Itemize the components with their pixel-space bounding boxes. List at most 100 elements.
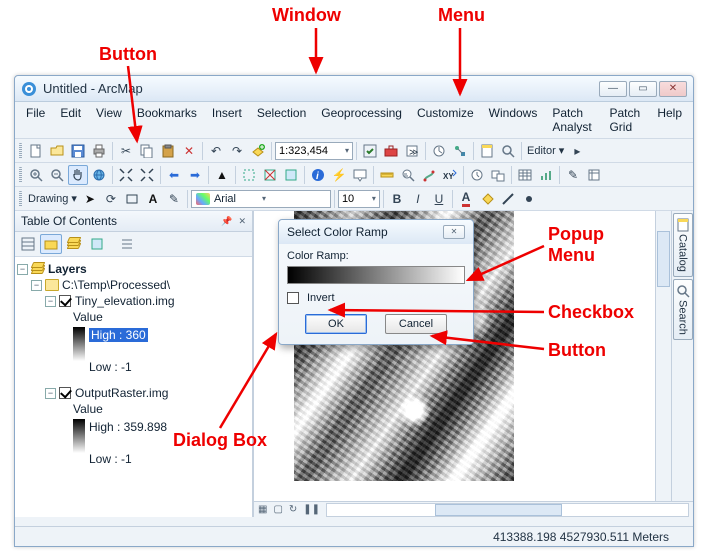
undo-icon[interactable]: ↶ (206, 141, 226, 161)
new-doc-icon[interactable] (26, 141, 46, 161)
refresh-icon[interactable]: ↻ (289, 504, 297, 515)
python-icon[interactable]: ≫ (402, 141, 422, 161)
model-builder-icon[interactable] (450, 141, 470, 161)
toc-close-icon[interactable]: ✕ (238, 216, 246, 227)
cancel-button[interactable]: Cancel (385, 314, 447, 334)
ok-button[interactable]: OK (305, 314, 367, 334)
graph-icon[interactable] (536, 165, 556, 185)
titlebar[interactable]: Untitled - ArcMap — ▭ ✕ (15, 76, 693, 102)
editor-pointer-icon[interactable]: ▸ (567, 141, 587, 161)
line-color-button[interactable] (498, 189, 518, 209)
data-view-icon[interactable]: ▦ (258, 504, 267, 515)
menu-view[interactable]: View (89, 104, 129, 136)
select-elements-icon[interactable]: ▲ (212, 165, 232, 185)
find-route-icon[interactable] (419, 165, 439, 185)
pause-icon[interactable]: ❚❚ (303, 504, 320, 515)
open-icon[interactable] (47, 141, 67, 161)
italic-button[interactable]: I (408, 189, 428, 209)
create-viewer-icon[interactable] (488, 165, 508, 185)
rect-icon[interactable] (122, 189, 142, 209)
search-window-icon[interactable] (498, 141, 518, 161)
minimize-button[interactable]: — (599, 81, 627, 97)
menu-insert[interactable]: Insert (205, 104, 249, 136)
pin-icon[interactable]: 📌 (221, 216, 232, 227)
menu-bookmarks[interactable]: Bookmarks (130, 104, 204, 136)
toc-options-icon[interactable] (116, 234, 138, 254)
full-extent-icon[interactable] (89, 165, 109, 185)
dialog-close-icon[interactable]: ✕ (443, 225, 465, 239)
fixed-zoom-in-icon[interactable] (116, 165, 136, 185)
zoom-in-icon[interactable] (26, 165, 46, 185)
fixed-zoom-out-icon[interactable] (137, 165, 157, 185)
fill-color-button[interactable] (477, 189, 497, 209)
select-features-icon[interactable] (239, 165, 259, 185)
expander-icon[interactable]: − (45, 388, 56, 399)
html-popup-icon[interactable] (350, 165, 370, 185)
select-by-attributes-icon[interactable] (281, 165, 301, 185)
font-selector[interactable]: Arial (191, 190, 331, 208)
menu-patch-analyst[interactable]: Patch Analyst (545, 104, 601, 136)
measure-icon[interactable] (377, 165, 397, 185)
catalog-icon[interactable] (477, 141, 497, 161)
rotate-icon[interactable]: ⟳ (101, 189, 121, 209)
scale-selector[interactable]: 1:323,454 (275, 142, 353, 160)
horizontal-scrollbar[interactable] (326, 503, 689, 517)
find-icon[interactable] (398, 165, 418, 185)
prev-extent-icon[interactable]: ⬅ (164, 165, 184, 185)
drawing-label[interactable]: Drawing ▾ (28, 192, 77, 205)
menu-help[interactable]: Help (650, 104, 689, 136)
search-tab[interactable]: Search (673, 279, 693, 340)
font-size-selector[interactable]: 10 (338, 190, 380, 208)
invert-checkbox[interactable] (287, 292, 299, 304)
maximize-button[interactable]: ▭ (629, 81, 657, 97)
time-icon[interactable] (467, 165, 487, 185)
edit-text-icon[interactable]: ✎ (164, 189, 184, 209)
edit-vertex-icon[interactable]: ✎ (563, 165, 583, 185)
next-extent-icon[interactable]: ➡ (185, 165, 205, 185)
print-icon[interactable] (89, 141, 109, 161)
expander-icon[interactable]: − (31, 280, 42, 291)
paste-icon[interactable] (158, 141, 178, 161)
layout-view-icon[interactable]: ▢ (273, 504, 282, 515)
zoom-out-icon[interactable] (47, 165, 67, 185)
menu-selection[interactable]: Selection (250, 104, 313, 136)
menu-geoprocessing[interactable]: Geoprocessing (314, 104, 409, 136)
add-data-icon[interactable] (248, 141, 268, 161)
clear-selection-icon[interactable] (260, 165, 280, 185)
toolbox-icon[interactable] (381, 141, 401, 161)
identify-icon[interactable]: i (308, 165, 328, 185)
menu-windows[interactable]: Windows (482, 104, 545, 136)
table-icon[interactable] (515, 165, 535, 185)
delete-icon[interactable]: ✕ (179, 141, 199, 161)
menu-edit[interactable]: Edit (53, 104, 88, 136)
hyperlink-icon[interactable]: ⚡ (329, 165, 349, 185)
dialog-titlebar[interactable]: Select Color Ramp ✕ (279, 220, 473, 244)
expander-icon[interactable]: − (17, 264, 28, 275)
high-value-selected[interactable]: High : 360 (89, 328, 148, 342)
goto-xy-icon[interactable]: XY (440, 165, 460, 185)
list-by-source-icon[interactable] (40, 234, 62, 254)
list-by-visibility-icon[interactable] (63, 234, 85, 254)
underline-button[interactable]: U (429, 189, 449, 209)
color-ramp-dropdown[interactable] (287, 266, 465, 284)
pan-icon[interactable] (68, 165, 88, 185)
menu-customize[interactable]: Customize (410, 104, 481, 136)
close-button[interactable]: ✕ (659, 81, 687, 97)
toc-tree[interactable]: −Layers −C:\Temp\Processed\ −Tiny_elevat… (15, 257, 252, 517)
catalog-tab[interactable]: Catalog (673, 213, 693, 277)
list-by-selection-icon[interactable] (86, 234, 108, 254)
layer-checkbox[interactable] (59, 387, 71, 399)
editor-toolbar-icon[interactable] (360, 141, 380, 161)
font-color-button[interactable]: A (456, 189, 476, 209)
redo-icon[interactable]: ↷ (227, 141, 247, 161)
copy-icon[interactable] (137, 141, 157, 161)
attributes-icon[interactable] (584, 165, 604, 185)
marker-color-button[interactable] (519, 189, 539, 209)
list-by-drawing-icon[interactable] (17, 234, 39, 254)
save-icon[interactable] (68, 141, 88, 161)
select-arrow-icon[interactable]: ➤ (80, 189, 100, 209)
menu-file[interactable]: File (19, 104, 52, 136)
toc-header[interactable]: Table Of Contents 📌✕ (15, 211, 252, 232)
editor-label[interactable]: Editor ▾ (527, 144, 564, 157)
layer-checkbox[interactable] (59, 295, 71, 307)
